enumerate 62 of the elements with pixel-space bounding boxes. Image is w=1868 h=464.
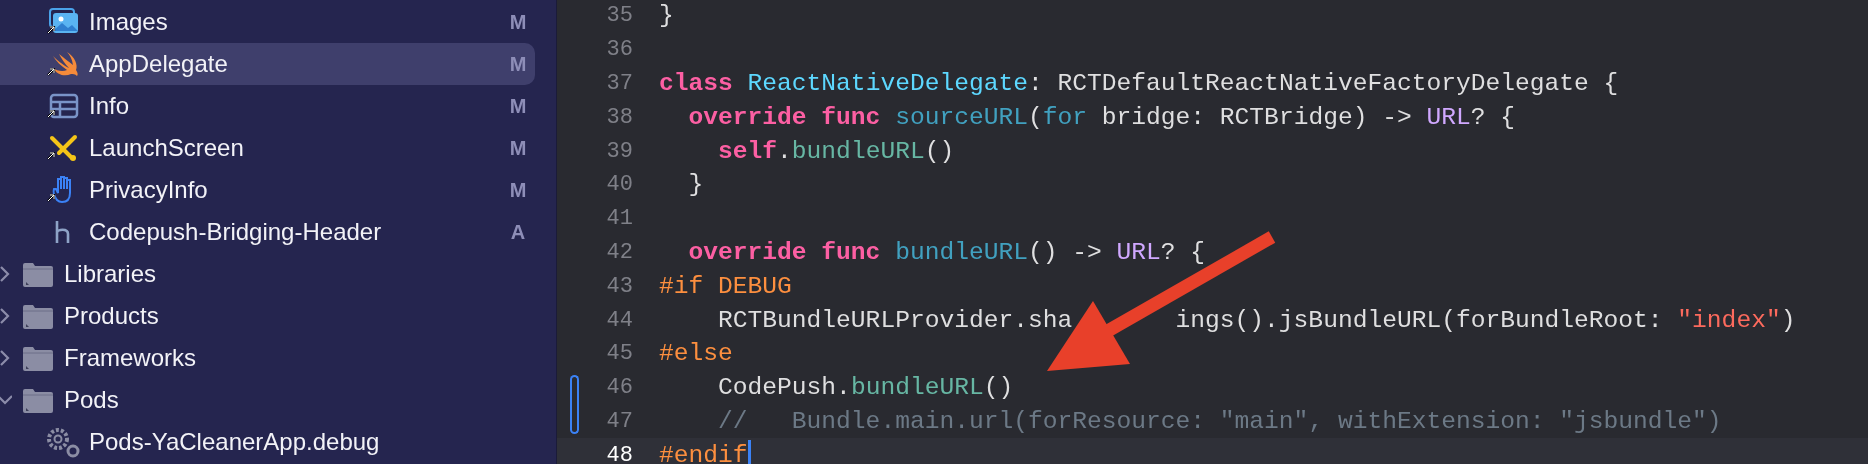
- status-letter: M: [508, 52, 528, 76]
- status-letter: M: [508, 94, 528, 118]
- file-name: Images: [89, 8, 169, 36]
- line-number: 40: [605, 172, 633, 198]
- line-number: 43: [605, 273, 633, 299]
- file-name: Codepush-Bridging-Header: [89, 218, 383, 246]
- code-line: // Bundle.main.url(forResource: "main", withExtension: "jsbundle"): [717, 407, 1722, 435]
- status-letter: M: [508, 136, 528, 160]
- file-name: PrivacyInfo: [89, 176, 209, 204]
- navigator-item[interactable]: AppDelegate M: [0, 43, 535, 85]
- line-number: 35: [605, 3, 633, 29]
- code-line: override func bundleURL() -> URL? {: [687, 238, 1206, 266]
- navigator-item[interactable]: Frameworks: [0, 337, 535, 379]
- code-line: override func sourceURL(for bridge: RCTBridge) -> URL? {: [687, 103, 1516, 131]
- code-line: }: [687, 171, 704, 199]
- change-bar[interactable]: [570, 404, 579, 435]
- file-name: AppDelegate: [89, 50, 229, 78]
- code-line: #else: [659, 340, 733, 368]
- navigator-item[interactable]: Info M: [0, 85, 535, 127]
- file-name: Pods: [64, 386, 120, 414]
- chevron-right-icon[interactable]: [0, 306, 12, 326]
- file-name: Frameworks: [64, 344, 197, 372]
- line-number: 42: [605, 239, 633, 265]
- code-line: #endif: [659, 441, 748, 464]
- code-line: CodePush.bundleURL(): [717, 374, 1014, 402]
- code-line: }: [659, 2, 674, 30]
- change-bar[interactable]: [570, 374, 579, 405]
- line-number: 37: [605, 71, 633, 96]
- status-letter: A: [509, 220, 527, 244]
- navigator-item[interactable]: Codepush-Bridging-Header A: [0, 211, 535, 253]
- chevron-right-icon[interactable]: [0, 264, 12, 284]
- file-name: LaunchScreen: [89, 134, 245, 162]
- file-name: Pods-YaCleanerApp.debug: [89, 428, 381, 456]
- code-line: #if DEBUG: [659, 272, 792, 300]
- chevron-right-icon[interactable]: [0, 348, 12, 368]
- navigator-item[interactable]: LaunchScreen M: [0, 127, 535, 169]
- code-line: ings().jsBundleURL(forBundleRoot: "index"): [1175, 306, 1796, 334]
- code-line: class ReactNativeDelegate: RCTDefaultReactNativeFactoryDelegate {: [659, 70, 1619, 97]
- file-name: Libraries: [64, 260, 158, 288]
- navigator-item[interactable]: PrivacyInfo M: [0, 169, 535, 211]
- line-number: 47: [605, 408, 633, 434]
- line-number: 45: [605, 341, 633, 367]
- navigator-item[interactable]: Libraries: [0, 253, 535, 295]
- file-name: Products: [64, 302, 160, 330]
- gear-icon: [45, 426, 81, 458]
- navigator-item[interactable]: Pods: [0, 379, 535, 421]
- code-line: self.bundleURL(): [717, 137, 955, 165]
- code-line: RCTBundleURLProvider.sha: [717, 306, 1073, 334]
- navigator-item[interactable]: Products: [0, 295, 535, 337]
- line-number: 39: [605, 138, 633, 164]
- status-letter: M: [508, 10, 528, 34]
- line-number: 41: [605, 206, 633, 232]
- text-cursor: [747, 440, 751, 464]
- line-number: 48: [605, 442, 633, 464]
- line-number: 44: [605, 307, 633, 333]
- line-number: 38: [605, 104, 633, 130]
- line-number: 36: [605, 37, 633, 63]
- line-number: 46: [605, 375, 633, 401]
- navigator-item[interactable]: Images M: [0, 1, 535, 43]
- status-letter: M: [508, 178, 528, 202]
- file-name: Info: [89, 92, 131, 120]
- navigator-item[interactable]: Pods-YaCleanerApp.debug: [0, 421, 535, 463]
